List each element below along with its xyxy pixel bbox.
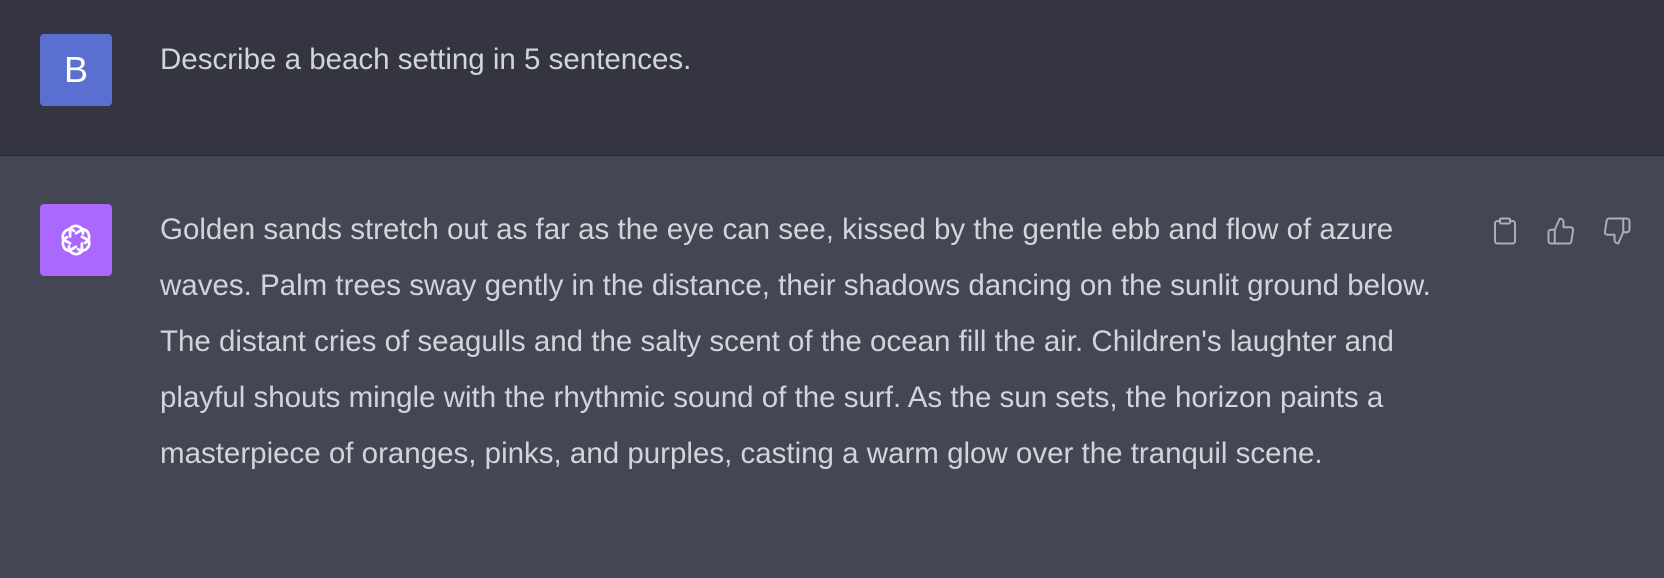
message-actions <box>1488 214 1634 248</box>
openai-logo-icon <box>61 224 91 256</box>
user-avatar-initial: B <box>63 49 88 90</box>
thumbs-down-button[interactable] <box>1600 214 1634 248</box>
copy-button[interactable] <box>1488 214 1522 248</box>
thumbs-up-icon <box>1547 217 1575 245</box>
assistant-message-text: Golden sands stretch out as far as the e… <box>160 213 1431 470</box>
copy-icon <box>1494 217 1516 245</box>
assistant-avatar <box>40 204 112 276</box>
user-message: B Describe a beach setting in 5 sentence… <box>0 0 1664 156</box>
assistant-message: Golden sands stretch out as far as the e… <box>0 156 1664 578</box>
user-message-text: Describe a beach setting in 5 sentences. <box>160 43 692 76</box>
thumbs-up-button[interactable] <box>1544 214 1578 248</box>
thumbs-down-icon <box>1603 217 1631 245</box>
chat-thread: B Describe a beach setting in 5 sentence… <box>0 0 1664 578</box>
user-avatar: B <box>40 34 112 106</box>
